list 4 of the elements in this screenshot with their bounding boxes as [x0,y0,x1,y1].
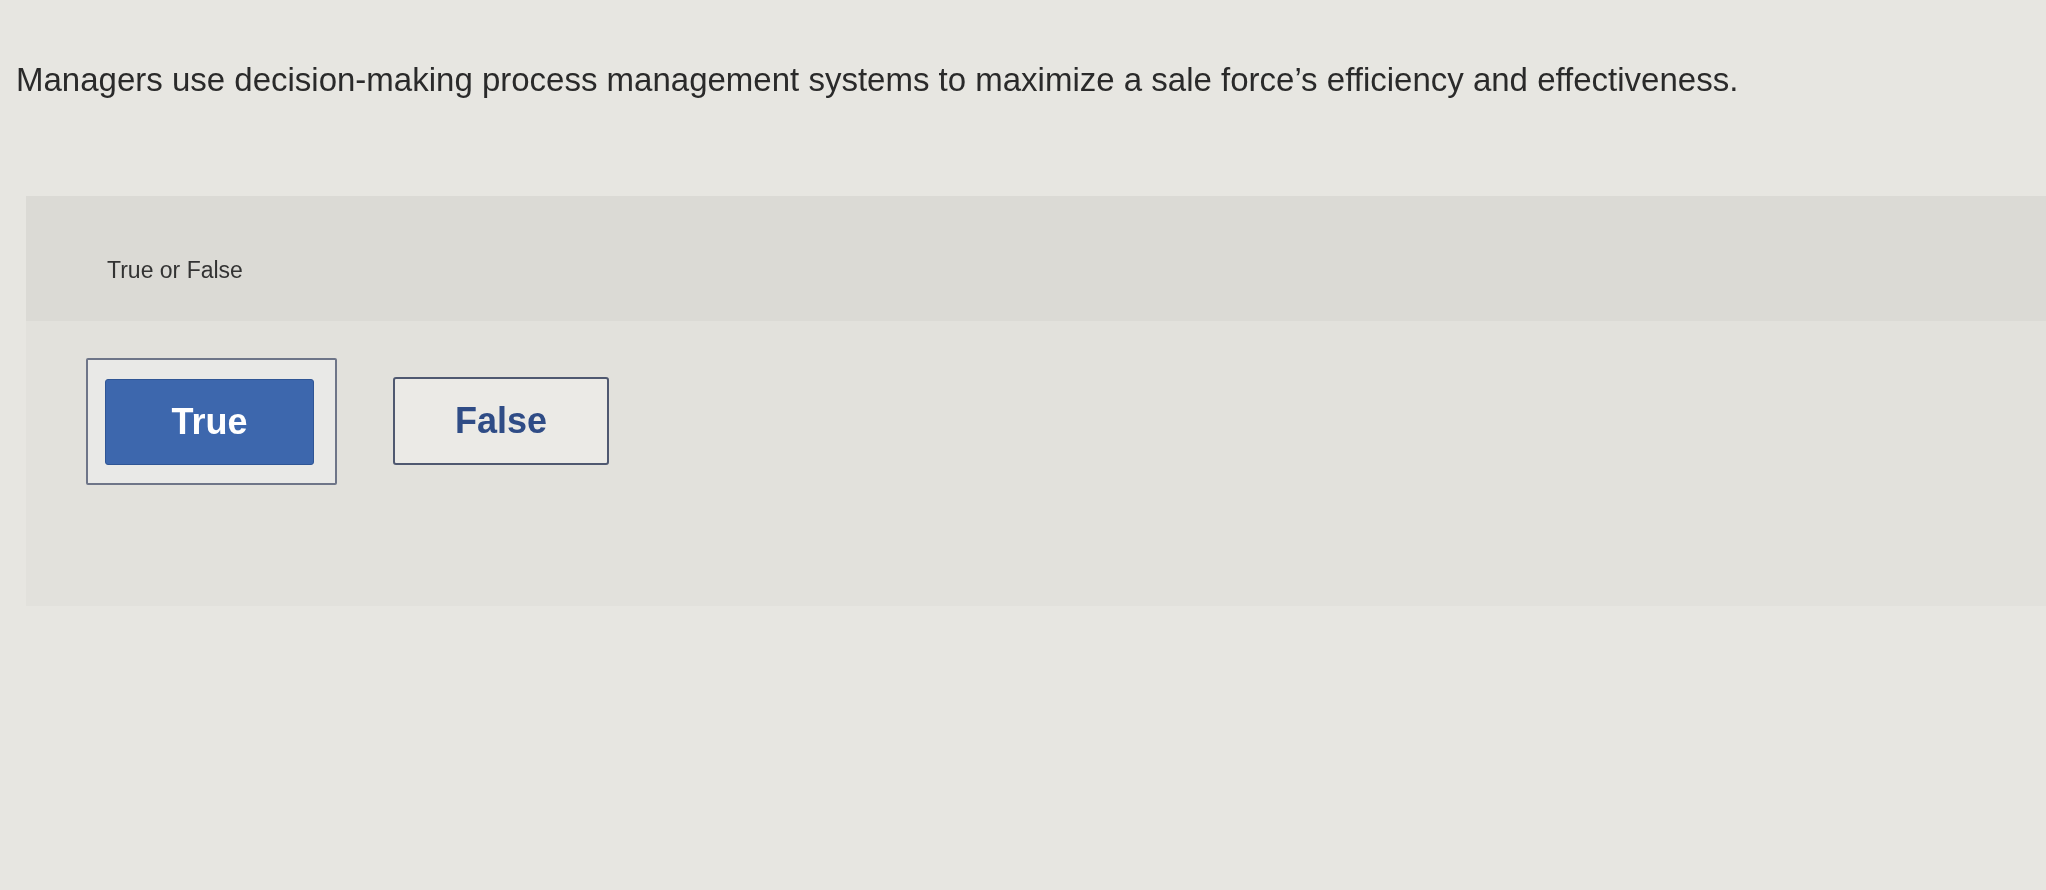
prompt-text: True or False [107,256,243,284]
question-text: Managers use decision-making process management systems to maximize a sale force’s efficiency and effectiveness. [16,60,1739,100]
answer-option-button[interactable]: True [105,378,314,465]
answer-option-button[interactable]: False [393,377,609,465]
